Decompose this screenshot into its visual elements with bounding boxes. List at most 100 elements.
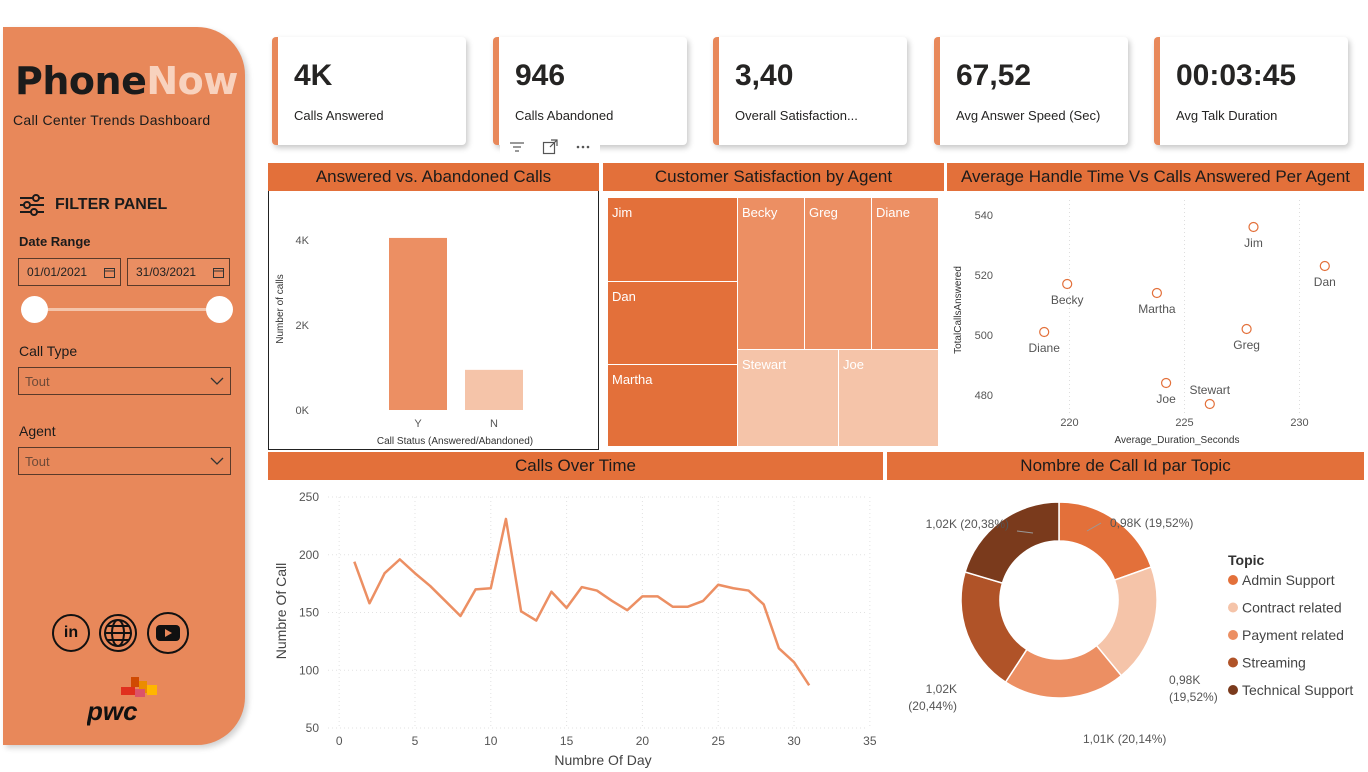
agent-label: Agent [19,423,56,439]
line-series-calls[interactable] [353,517,811,686]
treemap-label: Jim [612,205,632,220]
scatter-point[interactable] [1161,377,1172,389]
kpi-value: 4K [294,59,333,92]
date-range-end-handle[interactable] [206,296,233,323]
sliders-icon [20,194,44,216]
scatter-point[interactable] [1248,221,1259,233]
donut-slice[interactable] [1058,501,1153,582]
scatter-point[interactable] [1151,287,1162,299]
kpi-card-satisfaction: 3,40 Overall Satisfaction... [713,37,907,145]
globe-glyph [104,619,132,647]
filter-panel-header: FILTER PANEL [19,193,167,217]
donut-data-label: 0,98K (19,52%) [1110,516,1193,530]
date-range-start-handle[interactable] [21,296,48,323]
legend-item[interactable]: Contract related [1242,600,1342,616]
bar-chart-title: Answered vs. Abandoned Calls [268,163,599,191]
linkedin-glyph: in [63,624,79,641]
scatter-point-label: Diane [1029,341,1061,355]
kpi-caption: Overall Satisfaction... [735,108,858,123]
bar-x-axis-label: Call Status (Answered/Abandoned) [377,436,533,447]
legend-item[interactable]: Streaming [1242,655,1306,671]
call-type-value: Tout [25,373,50,389]
bar-N[interactable] [465,369,523,410]
filter-icon[interactable] [509,140,525,154]
legend-marker [1228,602,1238,613]
line-chart: Numbre Of Call Numbre Of Day 0 5 10 15 20 25 3… [268,481,883,771]
treemap-label: Diane [876,205,910,220]
scatter-point[interactable] [1039,326,1050,338]
scatter-svg: TotalCallsAnswered Average_Duration_Seco… [953,200,1336,446]
donut-slice[interactable] [964,501,1060,585]
bar-x-tick: N [490,418,498,430]
calendar-icon [213,267,224,278]
bar-chart: Number of calls Call Status (Answered/Ab… [268,191,599,450]
date-end-value: 31/03/2021 [136,265,197,279]
globe-icon[interactable] [99,614,137,652]
legend-item[interactable]: Admin Support [1242,572,1335,588]
legend-item[interactable]: Technical Support [1242,682,1353,698]
more-options-icon[interactable] [575,144,591,150]
pwc-logo-graphic: pwc [86,677,157,726]
scatter-point-label: Dan [1314,275,1336,289]
pwc-logo: pwc [86,677,167,727]
kpi-caption: Calls Answered [294,108,384,123]
scatter-y-tick: 520 [975,270,993,282]
treemap-tile-diane[interactable] [872,198,938,349]
scatter-point-label: Greg [1233,338,1260,352]
donut-slice[interactable] [960,571,1028,684]
call-type-label: Call Type [19,343,78,359]
scatter-point[interactable] [1204,398,1215,410]
date-end-input[interactable]: 31/03/2021 [127,258,230,286]
treemap-chart: Jim Dan Martha Becky Greg Diane Stewart Joe [603,192,944,450]
treemap-label: Stewart [742,357,786,372]
treemap-tile-becky[interactable] [738,198,804,349]
scatter-chart: TotalCallsAnswered Average_Duration_Seco… [947,192,1364,450]
date-range-slider-track[interactable] [33,308,219,311]
date-start-input[interactable]: 01/01/2021 [18,258,121,286]
kpi-card-calls-abandoned: 946 Calls Abandoned [493,37,687,145]
calendar-icon [104,267,115,278]
line-x-tick: 10 [484,734,498,748]
scatter-point[interactable] [1062,278,1073,290]
scatter-point[interactable] [1319,260,1330,272]
dashboard-subtitle: Call Center Trends Dashboard [13,112,211,128]
legend-item[interactable]: Payment related [1242,627,1344,643]
visual-toolbar [500,133,600,161]
linkedin-icon[interactable]: in [52,614,90,652]
focus-mode-icon[interactable] [542,139,558,155]
line-y-tick: 50 [306,721,320,735]
scatter-point-label: Jim [1244,236,1263,250]
legend-marker [1228,575,1238,585]
legend-title: Topic [1228,552,1265,568]
scatter-point-label: Martha [1138,302,1176,316]
kpi-card-calls-answered: 4K Calls Answered [272,37,466,145]
scatter-y-tick: 480 [975,390,993,402]
kpi-value: 946 [515,59,566,92]
treemap-label: Greg [809,205,838,220]
bar-y-tick: 0K [296,405,310,417]
scatter-point[interactable] [1241,323,1252,335]
treemap-svg: Jim Dan Martha Becky Greg Diane Stewart Joe [608,198,938,446]
line-x-tick: 35 [863,734,877,748]
line-y-tick: 150 [299,606,319,620]
treemap-tile-greg[interactable] [805,198,871,349]
bar-y-tick: 2K [296,320,310,332]
kpi-value: 67,52 [956,59,1032,92]
scatter-chart-title: Average Handle Time Vs Calls Answered Pe… [947,163,1364,191]
bar-Y[interactable] [389,237,447,410]
donut-data-label: 0,98K [1169,673,1200,687]
line-x-tick: 0 [336,734,343,748]
line-chart-title: Calls Over Time [268,452,883,480]
kpi-caption: Calls Abandoned [515,108,614,123]
scatter-point-label: Becky [1051,293,1084,307]
scatter-y-axis-label: TotalCallsAnswered [953,266,964,354]
line-x-tick: 20 [636,734,650,748]
line-y-axis-label: Numbre Of Call [273,563,289,659]
donut-svg: 0,98K (19,52%) 0,98K (19,52%) 1,01K (20,14%… [908,501,1353,746]
youtube-icon[interactable] [147,612,189,654]
agent-dropdown[interactable]: Tout [18,447,231,475]
dashboard: PhoneNow Call Center Trends Dashboard FI… [0,0,1368,772]
donut-chart-title: Nombre de Call Id par Topic [887,452,1364,480]
call-type-dropdown[interactable]: Tout [18,367,231,395]
scatter-x-tick: 225 [1175,417,1193,429]
